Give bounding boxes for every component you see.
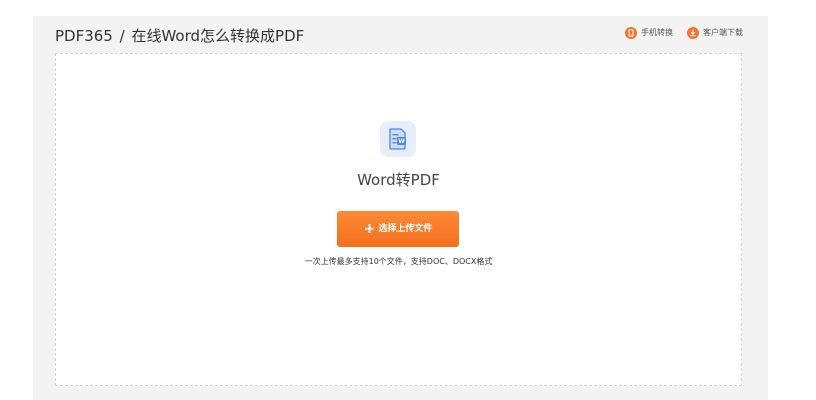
breadcrumb-home-link[interactable]: PDF365 xyxy=(55,27,113,45)
breadcrumb-current: 在线Word怎么转换成PDF xyxy=(131,27,305,45)
select-upload-file-button[interactable]: + 选择上传文件 xyxy=(337,211,459,247)
word-icon-letter: W xyxy=(398,138,405,145)
client-download-label: 客户端下载 xyxy=(703,28,743,37)
converter-panel: PDF365 / 在线Word怎么转换成PDF 手机转换 客户端下载 W Wor… xyxy=(33,16,768,400)
phone-icon xyxy=(625,27,637,39)
client-download-link[interactable]: 客户端下载 xyxy=(687,27,743,39)
mobile-convert-link[interactable]: 手机转换 xyxy=(625,27,673,39)
mobile-convert-label: 手机转换 xyxy=(641,28,673,37)
breadcrumb: PDF365 / 在线Word怎么转换成PDF xyxy=(55,26,304,46)
upload-hint: 一次上传最多支持10个文件，支持DOC、DOCX格式 xyxy=(304,257,493,266)
converter-title: Word转PDF xyxy=(357,171,440,189)
download-icon xyxy=(687,27,699,39)
word-file-icon: W xyxy=(380,121,416,157)
upload-dropzone[interactable]: W Word转PDF + 选择上传文件 一次上传最多支持10个文件，支持DOC、… xyxy=(55,53,742,386)
upload-button-label: 选择上传文件 xyxy=(378,224,433,234)
plus-icon: + xyxy=(363,221,376,237)
breadcrumb-separator: / xyxy=(119,27,125,45)
header-links: 手机转换 客户端下载 xyxy=(625,27,743,39)
page-header: PDF365 / 在线Word怎么转换成PDF 手机转换 客户端下载 xyxy=(33,16,768,54)
